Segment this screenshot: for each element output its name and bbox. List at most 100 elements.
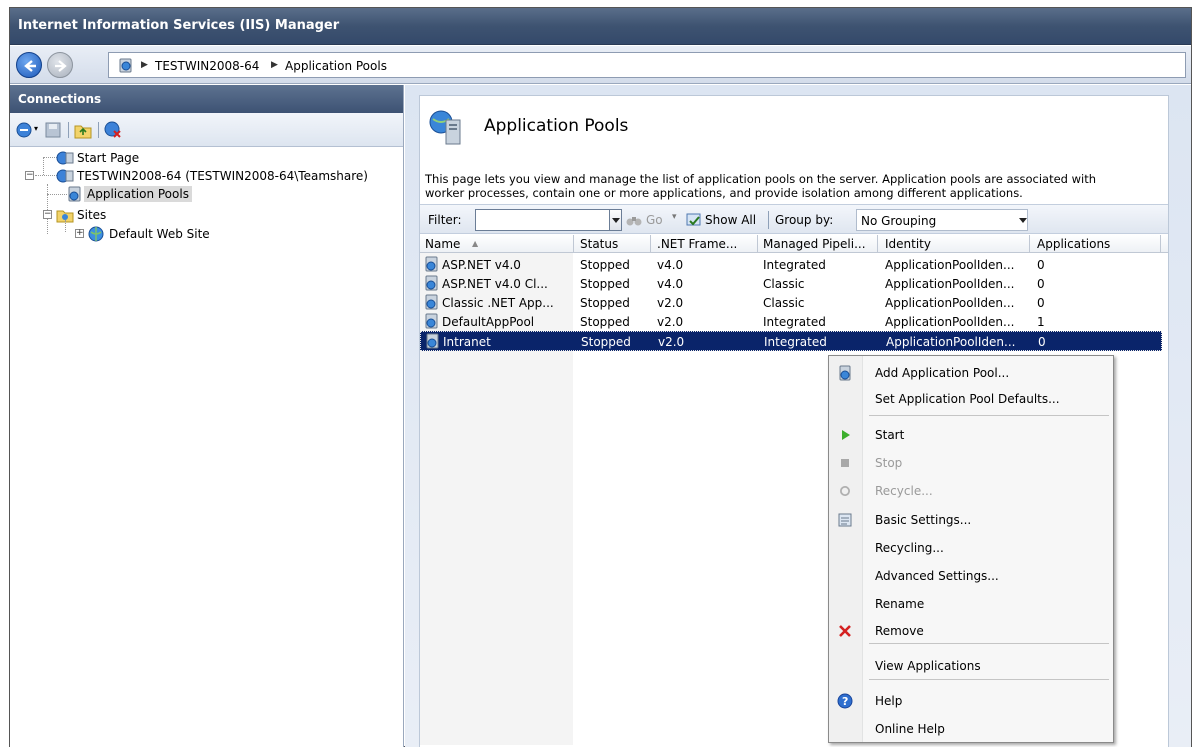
cell-managed-pipeline: Integrated [764,335,827,349]
menu-item-set-application-pool-defaults[interactable]: Set Application Pool Defaults... [829,386,1113,412]
up-folder-icon[interactable] [74,121,92,139]
cell-managed-pipeline: Integrated [763,315,826,329]
go-button[interactable]: Go [646,213,663,227]
collapse-server-toggle[interactable]: − [25,171,34,180]
tree-item-server[interactable]: TESTWIN2008-64 (TESTWIN2008-64\Teamshare… [56,167,371,185]
expand-default-web-site-toggle[interactable]: + [75,229,84,238]
cell-identity: ApplicationPoolIden... [886,335,1016,349]
filter-input[interactable] [475,209,610,231]
table-row[interactable]: ASP.NET v4.0 Stopped v4.0 Integrated Applica… [420,255,1162,275]
cell-identity: ApplicationPoolIden... [885,315,1015,329]
menu-item-label: Recycle... [875,484,933,498]
menu-item-label: Online Help [875,722,945,736]
web-site-globe-icon [88,226,104,242]
page-description-line: worker processes, contain one or more ap… [425,186,1023,200]
group-by-label: Group by: [775,213,834,227]
menu-item-label: Recycling... [875,541,944,555]
group-by-select[interactable]: No Grouping [856,209,1028,231]
server-node-icon [56,169,74,183]
application-pool-icon [425,275,438,291]
start-page-icon [56,151,74,165]
filter-bar-separator [768,211,769,229]
start-icon [842,430,850,440]
table-row[interactable]: Intranet Stopped v2.0 Integrated Application… [420,331,1162,351]
application-pool-icon [425,256,438,272]
menu-item-view-applications[interactable]: View Applications [829,653,1113,679]
menu-item-advanced-settings[interactable]: Advanced Settings... [829,563,1113,589]
cell-status: Stopped [580,296,630,310]
tree-item-application-pools[interactable]: Application Pools [66,185,192,203]
menu-item-rename[interactable]: Rename [829,591,1113,617]
column-header-name[interactable]: Name [425,237,460,251]
connect-dropdown-icon[interactable]: ▾ [34,124,38,133]
tree-item-default-web-site[interactable]: Default Web Site [88,225,213,243]
breadcrumb-application-pools[interactable]: Application Pools [285,59,387,73]
filter-dropdown-button[interactable] [610,209,622,231]
show-all-icon [686,213,701,226]
table-row[interactable]: Classic .NET App... Stopped v2.0 Classic App… [420,293,1162,313]
server-icon [119,58,132,73]
menu-item-label: Set Application Pool Defaults... [875,392,1060,406]
menu-item-label: Rename [875,597,925,611]
tree-item-start-page[interactable]: Start Page [56,149,142,167]
basic-settings-icon [838,513,852,527]
collapse-sites-toggle[interactable]: − [43,210,52,219]
cell-name: Intranet [443,335,491,349]
connections-pane: Connections ▾ Start Page − TESTWIN2008-6… [10,85,404,747]
column-header-identity[interactable]: Identity [885,237,931,251]
show-all-button[interactable]: Show All [705,213,756,227]
application-pools-header-icon [429,110,461,145]
go-dropdown-icon[interactable]: ▾ [672,212,677,222]
column-header-status[interactable]: Status [580,237,618,251]
cell-name: ASP.NET v4.0 [442,258,521,272]
group-by-dropdown-icon[interactable] [1017,210,1027,230]
cell-net-framework: v2.0 [657,296,684,310]
table-row[interactable]: ASP.NET v4.0 Cl... Stopped v4.0 Classic Appl… [420,274,1162,294]
cell-managed-pipeline: Integrated [763,258,826,272]
menu-item-basic-settings[interactable]: Basic Settings... [829,507,1113,533]
menu-item-online-help[interactable]: Online Help [829,716,1113,742]
breadcrumb-server[interactable]: TESTWIN2008-64 [155,59,259,73]
menu-item-recycle[interactable]: Recycle... [829,478,1113,504]
grid-header: Name ▲ Status .NET Frame... Managed Pipe… [420,235,1168,253]
menu-separator [869,679,1109,680]
disconnect-icon[interactable] [104,121,122,139]
back-button[interactable] [16,52,42,78]
group-by-value: No Grouping [861,214,937,228]
column-header-net-framework[interactable]: .NET Frame... [657,237,753,251]
menu-item-start[interactable]: Start [829,422,1113,448]
column-header-applications[interactable]: Applications [1037,237,1110,251]
forward-arrow-icon [55,60,67,72]
address-field[interactable]: ▶ TESTWIN2008-64 ▶ Application Pools [108,52,1186,78]
connect-icon[interactable] [16,121,34,139]
cell-net-framework: v4.0 [657,258,684,272]
page-description: This page lets you view and manage the l… [425,172,1165,200]
menu-item-stop[interactable]: Stop [829,450,1113,476]
menu-item-add-application-pool[interactable]: Add Application Pool... [829,360,1113,386]
menu-item-recycling[interactable]: Recycling... [829,535,1113,561]
table-row[interactable]: DefaultAppPool Stopped v2.0 Integrated Appli… [420,312,1162,332]
add-pool-icon [839,365,851,381]
column-header-managed-pipeline[interactable]: Managed Pipeli... [763,237,873,251]
application-pool-icon [425,313,438,329]
tree-item-sites[interactable]: Sites [56,206,109,224]
menu-item-remove[interactable]: Remove [829,618,1113,644]
forward-button[interactable] [47,52,73,78]
cell-net-framework: v2.0 [658,335,685,349]
filter-label: Filter: [428,213,462,227]
connections-toolbar: ▾ [10,113,403,147]
application-pool-icon [426,333,439,349]
save-icon[interactable] [44,121,62,139]
cell-identity: ApplicationPoolIden... [885,277,1015,291]
cell-identity: ApplicationPoolIden... [885,296,1015,310]
context-menu: Add Application Pool... Set Application P… [828,355,1114,743]
menu-item-help[interactable]: ? Help [829,688,1113,714]
stop-icon [841,459,849,467]
menu-separator [869,415,1109,416]
menu-item-label: Stop [875,456,903,470]
cell-status: Stopped [580,315,630,329]
menu-item-label: Basic Settings... [875,513,972,527]
menu-item-label: Advanced Settings... [875,569,999,583]
application-pools-icon [68,186,81,202]
menu-item-label: Help [875,694,903,708]
